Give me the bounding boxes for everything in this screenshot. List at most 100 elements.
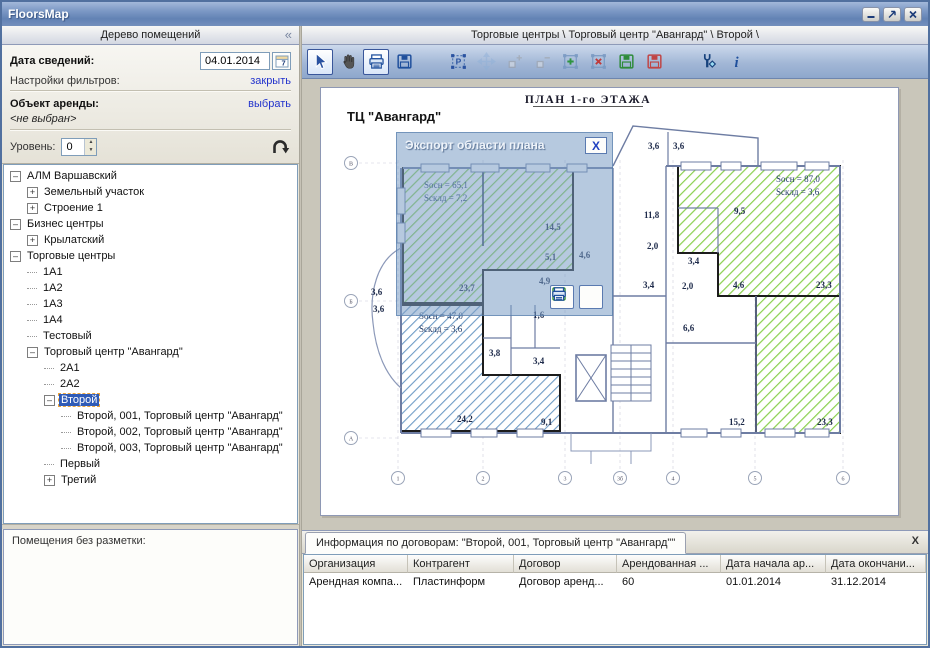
tree-item[interactable]: 2А2: [4, 376, 297, 392]
minimize-button[interactable]: [862, 7, 880, 22]
restore-button[interactable]: [883, 7, 901, 22]
tree-item[interactable]: + Третий: [4, 472, 297, 488]
tree-item[interactable]: 1А3: [4, 296, 297, 312]
tree-item-label[interactable]: Строение 1: [42, 202, 105, 214]
info-tool-button[interactable]: i: [723, 49, 749, 75]
save-markup-tool-button[interactable]: [613, 49, 639, 75]
contracts-tab[interactable]: Информация по договорам: "Второй, 001, Т…: [305, 532, 686, 554]
column-header[interactable]: Дата начала ар...: [721, 555, 826, 573]
print-tool-icon: [367, 52, 386, 71]
tree-connector: [44, 464, 54, 465]
tree-item-label[interactable]: Второй, 001, Торговый центр "Авангард": [75, 410, 285, 422]
tree-item-label[interactable]: Торговый центр "Авангард": [42, 346, 185, 358]
delete-area-tool-button[interactable]: [585, 49, 611, 75]
tree-item[interactable]: –Второй: [4, 392, 297, 408]
level-up-button[interactable]: ▲: [85, 139, 96, 147]
tree-item[interactable]: 1А2: [4, 280, 297, 296]
tree-item[interactable]: 1А4: [4, 312, 297, 328]
tree-item-label[interactable]: АЛМ Варшавский: [25, 170, 119, 182]
tree-item[interactable]: Второй, 001, Торговый центр "Авангард": [4, 408, 297, 424]
choose-rent-object-link[interactable]: выбрать: [248, 98, 291, 110]
expand-expander-icon[interactable]: +: [27, 235, 38, 246]
level-stepper[interactable]: 0 ▲ ▼: [61, 138, 97, 156]
tree-item-label[interactable]: 1А2: [41, 282, 65, 294]
column-header[interactable]: Организация: [304, 555, 408, 573]
tree-item-label[interactable]: Земельный участок: [42, 186, 146, 198]
contracts-close-button[interactable]: X: [912, 535, 919, 547]
tree-item-label[interactable]: 2А2: [58, 378, 82, 390]
expand-expander-icon[interactable]: +: [44, 475, 55, 486]
tree-item-label[interactable]: Торговые центры: [25, 250, 117, 262]
add-area-tool-button[interactable]: [557, 49, 583, 75]
tree-item-label[interactable]: Тестовый: [41, 330, 94, 342]
add-area-tool-icon: [561, 52, 580, 71]
tree-item[interactable]: + Земельный участок: [4, 184, 297, 200]
collapse-expander-icon[interactable]: –: [10, 171, 21, 182]
tree-item[interactable]: 2А1: [4, 360, 297, 376]
tree-item[interactable]: –АЛМ Варшавский: [4, 168, 297, 184]
delete-markup-tool-button[interactable]: [641, 49, 667, 75]
tree-item[interactable]: –Торговый центр "Авангард": [4, 344, 297, 360]
tree-item-label[interactable]: 1А3: [41, 298, 65, 310]
collapse-panel-button[interactable]: «: [285, 27, 292, 42]
export-region-overlay[interactable]: Экспорт области плана X: [396, 132, 613, 316]
settings-tool-button[interactable]: [695, 49, 721, 75]
tree-item[interactable]: Второй, 002, Торговый центр "Авангард": [4, 424, 297, 440]
tree-item[interactable]: + Строение 1: [4, 200, 297, 216]
tree-item-label[interactable]: Третий: [59, 474, 98, 486]
tree-item-label[interactable]: 2А1: [58, 362, 82, 374]
plan-viewport[interactable]: ПЛАН 1-го ЭТАЖА ТЦ "Авангард": [302, 79, 928, 530]
column-header[interactable]: Дата окончани...: [826, 555, 926, 573]
calendar-button[interactable]: 7: [272, 52, 291, 70]
collapse-expander-icon[interactable]: –: [10, 219, 21, 230]
svg-text:1: 1: [397, 477, 400, 483]
tree-item-label[interactable]: Бизнес центры: [25, 218, 106, 230]
move-region-tool-button[interactable]: [473, 49, 499, 75]
tree-item-label[interactable]: Второй, 002, Торговый центр "Авангард": [75, 426, 285, 438]
zoom-out-region-tool-button[interactable]: [529, 49, 555, 75]
collapse-expander-icon[interactable]: –: [44, 395, 55, 406]
tree-item[interactable]: –Торговые центры: [4, 248, 297, 264]
tree-item-label[interactable]: Первый: [58, 458, 102, 470]
tree-item[interactable]: Второй, 003, Торговый центр "Авангард": [4, 440, 297, 456]
tree-item-label[interactable]: 1А4: [41, 314, 65, 326]
collapse-expander-icon[interactable]: –: [27, 347, 38, 358]
refresh-button[interactable]: [269, 137, 291, 157]
export-close-button[interactable]: X: [585, 137, 607, 154]
pan-tool-button[interactable]: [335, 49, 361, 75]
zoom-in-region-tool-icon: [505, 52, 524, 71]
export-print-button[interactable]: [579, 285, 603, 309]
tree-item[interactable]: + Крылатский: [4, 232, 297, 248]
date-input[interactable]: [200, 52, 270, 70]
close-filters-link[interactable]: закрыть: [250, 75, 291, 87]
level-down-button[interactable]: ▼: [85, 147, 96, 155]
column-header[interactable]: Арендованная ...: [617, 555, 721, 573]
tree-item-label[interactable]: Крылатский: [42, 234, 106, 246]
print-tool-button[interactable]: [363, 49, 389, 75]
collapse-expander-icon[interactable]: –: [10, 251, 21, 262]
column-header[interactable]: Контрагент: [408, 555, 514, 573]
export-overlay-title: Экспорт области плана: [405, 138, 545, 152]
room-green-top-right[interactable]: [678, 166, 840, 296]
zoom-in-region-tool-button[interactable]: [501, 49, 527, 75]
svg-text:6: 6: [842, 477, 845, 483]
select-region-tool-button[interactable]: P: [445, 49, 471, 75]
pan-tool-icon: [339, 52, 358, 71]
close-button[interactable]: [904, 7, 922, 22]
svg-text:Sосн = 87,0: Sосн = 87,0: [776, 174, 820, 184]
tree-item[interactable]: Первый: [4, 456, 297, 472]
tree-item-label[interactable]: Второй: [59, 394, 99, 406]
expand-expander-icon[interactable]: +: [27, 203, 38, 214]
tree-item-label[interactable]: Второй, 003, Торговый центр "Авангард": [75, 442, 285, 454]
tree-item[interactable]: Тестовый: [4, 328, 297, 344]
cursor-tool-button[interactable]: [307, 49, 333, 75]
room-green-bottom-right[interactable]: [756, 296, 840, 433]
column-header[interactable]: Договор: [514, 555, 617, 573]
tree-item-label[interactable]: 1А1: [41, 266, 65, 278]
tree-item[interactable]: 1А1: [4, 264, 297, 280]
table-row[interactable]: Арендная компа...ПластинформДоговор арен…: [304, 573, 926, 591]
expand-expander-icon[interactable]: +: [27, 187, 38, 198]
tree-item[interactable]: –Бизнес центры: [4, 216, 297, 232]
select-region-tool-icon: P: [449, 52, 468, 71]
save-tool-button[interactable]: [391, 49, 417, 75]
